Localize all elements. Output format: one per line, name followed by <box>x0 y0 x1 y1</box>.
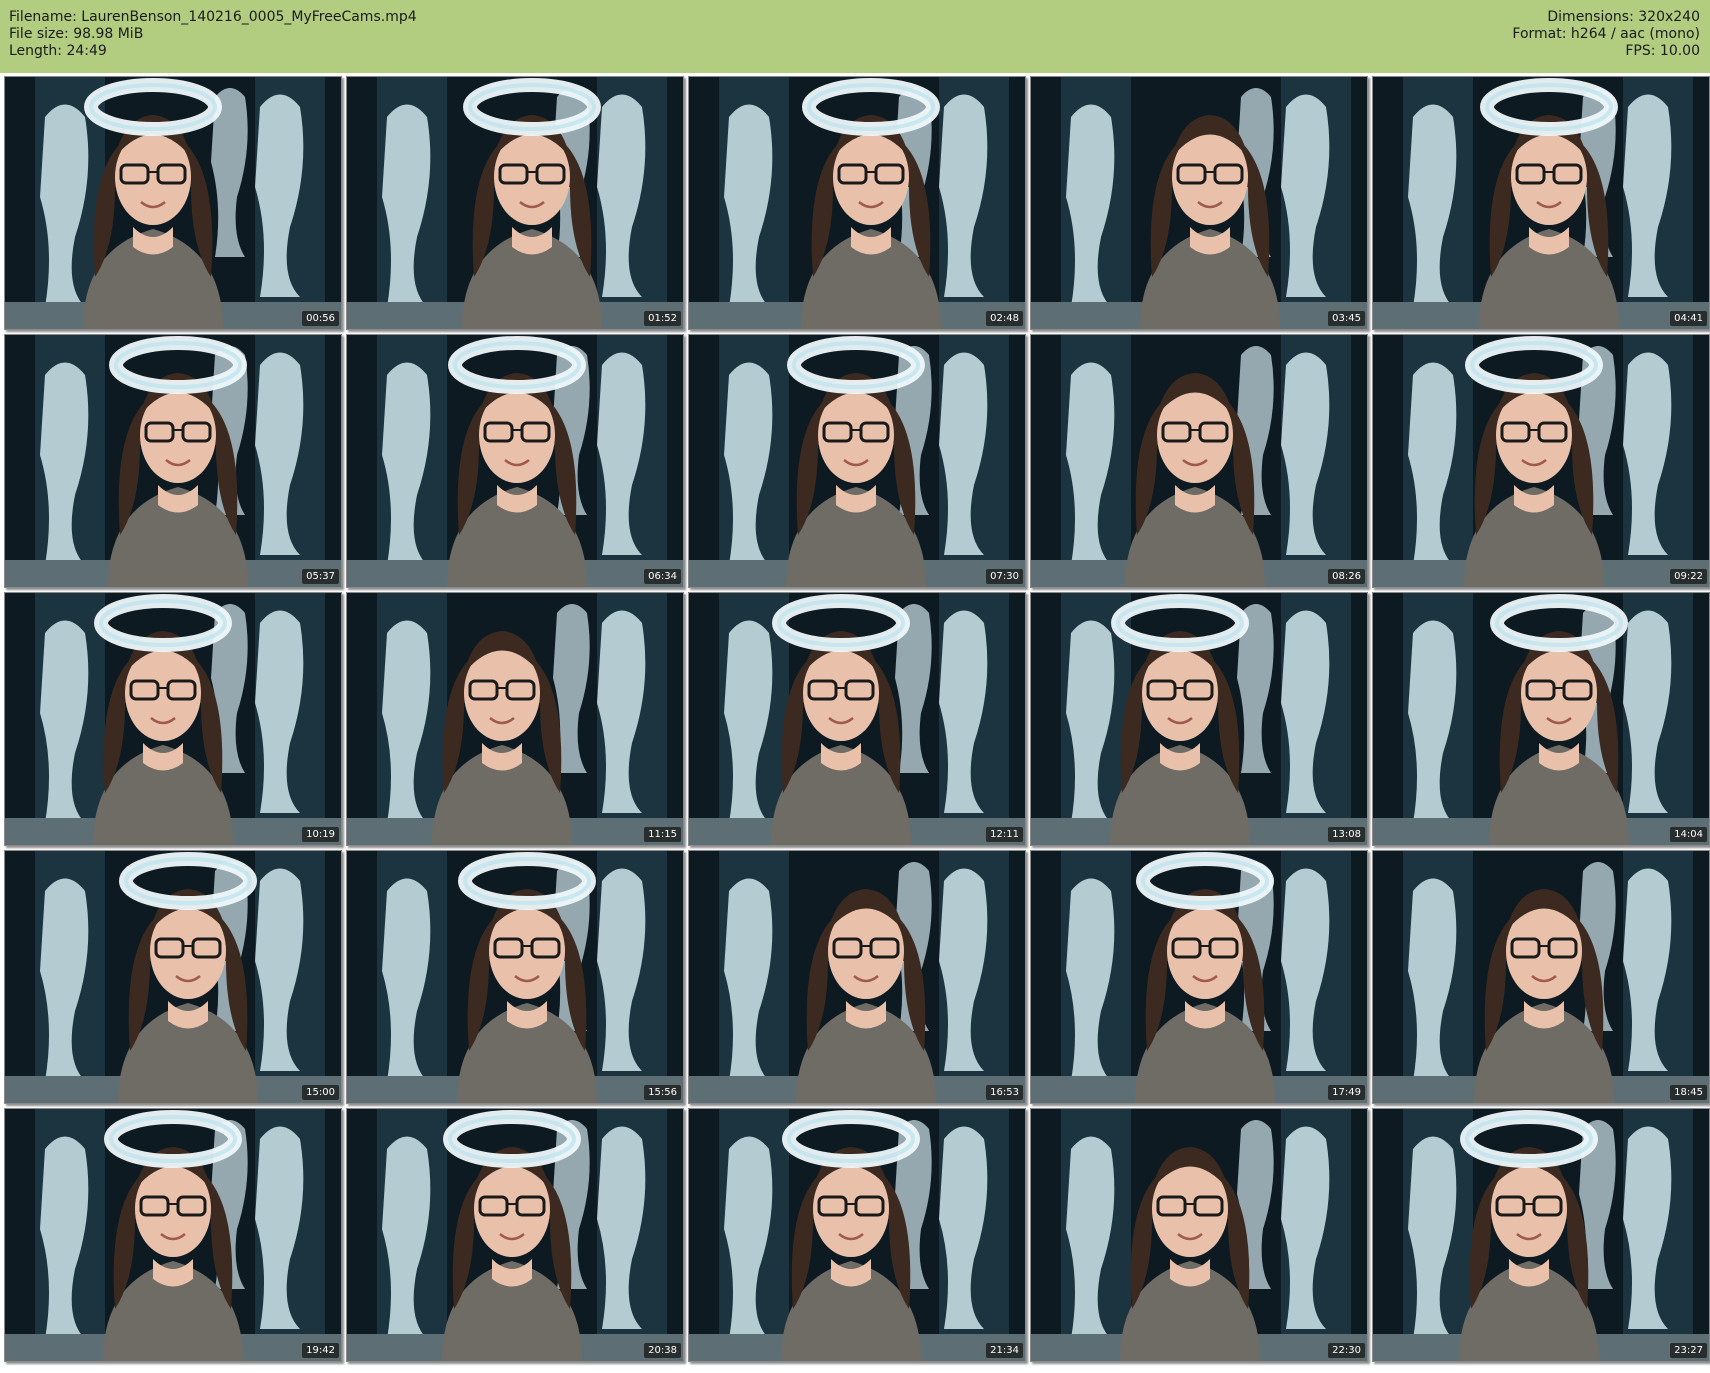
timestamp-label: 19:42 <box>302 1343 339 1358</box>
thumbnail-frame: 08:26 <box>1030 334 1368 588</box>
frame-image <box>689 593 1025 845</box>
timestamp-label: 21:34 <box>986 1343 1023 1358</box>
timestamp-label: 03:45 <box>1328 311 1365 326</box>
thumbnail-frame: 15:56 <box>346 850 684 1104</box>
thumbnail-frame: 00:56 <box>4 76 342 330</box>
timestamp-label: 01:52 <box>644 311 681 326</box>
frame-image <box>347 77 683 329</box>
frame-image <box>689 335 1025 587</box>
thumbnail-frame: 01:52 <box>346 76 684 330</box>
frame-image <box>1031 851 1367 1103</box>
thumbnail-frame: 10:19 <box>4 592 342 846</box>
thumbnail-frame: 22:30 <box>1030 1108 1368 1362</box>
frame-image <box>689 1109 1025 1361</box>
thumbnail-frame: 21:34 <box>688 1108 1026 1362</box>
length-line: Length: 24:49 <box>9 43 107 59</box>
timestamp-label: 00:56 <box>302 311 339 326</box>
thumbnail-frame: 18:45 <box>1372 850 1710 1104</box>
frame-image <box>347 593 683 845</box>
timestamp-label: 11:15 <box>644 827 681 842</box>
frame-image <box>5 335 341 587</box>
timestamp-label: 18:45 <box>1670 1085 1707 1100</box>
timestamp-label: 20:38 <box>644 1343 681 1358</box>
timestamp-label: 15:56 <box>644 1085 681 1100</box>
frame-image <box>5 77 341 329</box>
filesize-line: File size: 98.98 MiB <box>9 26 144 42</box>
fps-line: FPS: 10.00 <box>1625 43 1700 59</box>
frame-image <box>1031 593 1367 845</box>
frame-image <box>1373 851 1709 1103</box>
timestamp-label: 23:27 <box>1670 1343 1707 1358</box>
thumbnail-frame: 20:38 <box>346 1108 684 1362</box>
filename-line: Filename: LaurenBenson_140216_0005_MyFre… <box>9 9 417 25</box>
thumbnail-grid: 00:56 01:52 02:48 03:45 04:41 05:37 06:3… <box>0 73 1710 1373</box>
thumbnail-frame: 17:49 <box>1030 850 1368 1104</box>
frame-image <box>1373 1109 1709 1361</box>
frame-image <box>1031 1109 1367 1361</box>
timestamp-label: 22:30 <box>1328 1343 1365 1358</box>
thumbnail-frame: 12:11 <box>688 592 1026 846</box>
timestamp-label: 14:04 <box>1670 827 1707 842</box>
thumbnail-frame: 07:30 <box>688 334 1026 588</box>
file-info: Filename: LaurenBenson_140216_0005_MyFre… <box>9 9 417 60</box>
stream-info: Dimensions: 320x240 Format: h264 / aac (… <box>1512 9 1700 60</box>
frame-image <box>347 1109 683 1361</box>
thumbnail-frame: 03:45 <box>1030 76 1368 330</box>
frame-image <box>347 851 683 1103</box>
timestamp-label: 06:34 <box>644 569 681 584</box>
thumbnail-frame: 05:37 <box>4 334 342 588</box>
timestamp-label: 12:11 <box>986 827 1023 842</box>
format-line: Format: h264 / aac (mono) <box>1512 26 1700 42</box>
frame-image <box>5 1109 341 1361</box>
timestamp-label: 07:30 <box>986 569 1023 584</box>
thumbnail-frame: 06:34 <box>346 334 684 588</box>
timestamp-label: 13:08 <box>1328 827 1365 842</box>
frame-image <box>5 593 341 845</box>
dimensions-line: Dimensions: 320x240 <box>1547 9 1700 25</box>
thumbnail-frame: 04:41 <box>1372 76 1710 330</box>
thumbnail-frame: 23:27 <box>1372 1108 1710 1362</box>
frame-image <box>1373 335 1709 587</box>
timestamp-label: 10:19 <box>302 827 339 842</box>
frame-image <box>1031 77 1367 329</box>
frame-image <box>1373 77 1709 329</box>
timestamp-label: 04:41 <box>1670 311 1707 326</box>
thumbnail-frame: 16:53 <box>688 850 1026 1104</box>
timestamp-label: 17:49 <box>1328 1085 1365 1100</box>
frame-image <box>689 77 1025 329</box>
thumbnail-frame: 15:00 <box>4 850 342 1104</box>
frame-image <box>1373 593 1709 845</box>
timestamp-label: 08:26 <box>1328 569 1365 584</box>
thumbnail-frame: 14:04 <box>1372 592 1710 846</box>
timestamp-label: 16:53 <box>986 1085 1023 1100</box>
thumbnail-frame: 02:48 <box>688 76 1026 330</box>
frame-image <box>347 335 683 587</box>
timestamp-label: 02:48 <box>986 311 1023 326</box>
thumbnail-frame: 09:22 <box>1372 334 1710 588</box>
thumbnail-frame: 11:15 <box>346 592 684 846</box>
frame-image <box>5 851 341 1103</box>
frame-image <box>1031 335 1367 587</box>
timestamp-label: 05:37 <box>302 569 339 584</box>
timestamp-label: 15:00 <box>302 1085 339 1100</box>
frame-image <box>689 851 1025 1103</box>
contact-sheet-header: Filename: LaurenBenson_140216_0005_MyFre… <box>0 0 1710 73</box>
thumbnail-frame: 13:08 <box>1030 592 1368 846</box>
timestamp-label: 09:22 <box>1670 569 1707 584</box>
thumbnail-frame: 19:42 <box>4 1108 342 1362</box>
